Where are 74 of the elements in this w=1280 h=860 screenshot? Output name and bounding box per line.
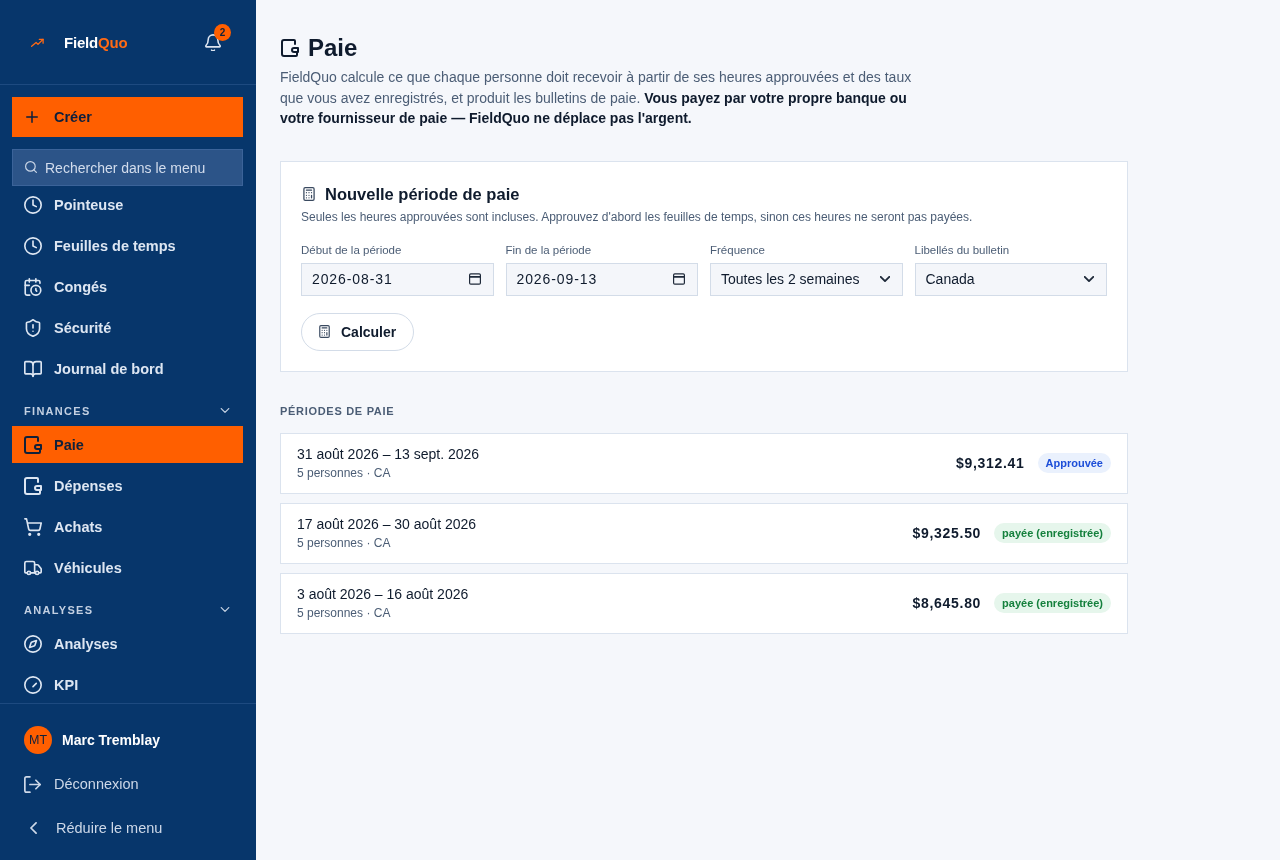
logo-text: FieldQuo bbox=[64, 33, 128, 51]
user-avatar: MT bbox=[24, 726, 52, 754]
clock-icon bbox=[24, 236, 42, 255]
search-icon bbox=[25, 161, 37, 173]
wallet-icon bbox=[281, 39, 299, 57]
collapse-menu-button[interactable]: Réduire le menu bbox=[12, 806, 243, 850]
period-amount: $8,645.80 bbox=[912, 595, 982, 611]
status-badge: payée (enregistrée) bbox=[994, 593, 1111, 613]
wallet-icon bbox=[24, 435, 42, 454]
period-amount: $9,325.50 bbox=[912, 525, 982, 541]
field-label: Début de la période bbox=[301, 242, 402, 258]
card-title: Nouvelle période de paie bbox=[325, 183, 520, 205]
page-title: Paie bbox=[308, 33, 358, 63]
period-details: 5 personnes · CA bbox=[297, 465, 391, 481]
nav-item[interactable]: Véhicules bbox=[12, 549, 243, 586]
period-dates: 17 août 2026 – 30 août 2026 bbox=[297, 515, 477, 534]
calculate-button[interactable]: Calculer bbox=[301, 312, 415, 351]
search-field[interactable]: Rechercher dans le menu bbox=[12, 149, 243, 186]
date-field[interactable]: 2026-08-31 bbox=[301, 262, 494, 296]
wallet-icon bbox=[24, 476, 42, 495]
calendar-icon bbox=[673, 273, 685, 285]
nav-item[interactable]: Sécurité bbox=[12, 309, 243, 346]
section-header[interactable]: FINANCES bbox=[12, 399, 243, 422]
card-hint: Seules les heures approuvées sont incluses. Approuvez d'abord les feuilles de temps, sinon ces heures ne seront pas payées. bbox=[301, 208, 974, 226]
calculator-icon bbox=[319, 325, 330, 338]
chevron-down-icon bbox=[879, 276, 890, 282]
logout-button[interactable]: Déconnexion bbox=[12, 762, 243, 806]
calendar-icon bbox=[468, 273, 481, 285]
nav-item[interactable]: Analyses bbox=[12, 625, 243, 662]
select-field[interactable]: Toutes les 2 semaines bbox=[710, 262, 903, 296]
trend-arrow-icon bbox=[31, 37, 45, 47]
section-header[interactable]: ANALYSES bbox=[12, 598, 243, 621]
calculator-icon bbox=[303, 186, 315, 201]
period-amount: $9,312.41 bbox=[955, 455, 1025, 471]
shield-icon bbox=[24, 318, 42, 337]
clock-icon bbox=[24, 195, 42, 214]
period-row[interactable]: 3 août 2026 – 16 août 2026 5 personnes · CA $8,645.80 payée (enregistrée) bbox=[280, 572, 1128, 634]
nav-item[interactable]: Paie bbox=[12, 426, 243, 463]
period-details: 5 personnes · CA bbox=[297, 535, 391, 551]
nav-item[interactable]: Journal de bord bbox=[12, 350, 243, 387]
period-details: 5 personnes · CA bbox=[297, 605, 391, 621]
chevron-down-icon bbox=[1084, 276, 1094, 282]
truck-icon bbox=[24, 558, 42, 577]
period-dates: 31 août 2026 – 13 sept. 2026 bbox=[297, 445, 480, 464]
period-row[interactable]: 31 août 2026 – 13 sept. 2026 5 personnes · CA $9,312.41 Approuvée bbox=[280, 432, 1128, 494]
nav-item[interactable]: Achats bbox=[12, 508, 243, 545]
period-dates: 3 août 2026 – 16 août 2026 bbox=[297, 585, 469, 604]
field-label: Libellés du bulletin bbox=[914, 242, 1010, 258]
period-row[interactable]: 17 août 2026 – 30 août 2026 5 personnes · CA $9,325.50 payée (enregistrée) bbox=[280, 502, 1128, 564]
date-field[interactable]: 2026-09-13 bbox=[505, 262, 698, 296]
status-badge: payée (enregistrée) bbox=[994, 523, 1111, 543]
book-icon bbox=[24, 359, 42, 378]
field-label: Fin de la période bbox=[505, 242, 592, 258]
select-field[interactable]: Canada bbox=[914, 262, 1107, 296]
cart-icon bbox=[24, 517, 42, 536]
page-description: FieldQuo calcule ce que chaque personne doit recevoir à partir de ses heures approuvées et des taux que vous avez enregistrés, et produit les bulletins de paie. Vous payez par votre propre banque ou votre fournisseur de paie — FieldQuo ne déplace pas l'argent. bbox=[280, 68, 913, 128]
compass-icon bbox=[24, 634, 42, 653]
nav-item[interactable]: Congés bbox=[12, 268, 243, 305]
nav-item[interactable]: Dépenses bbox=[12, 467, 243, 504]
chevron-left-icon bbox=[30, 822, 37, 834]
nav-item[interactable]: KPI bbox=[12, 666, 243, 703]
logout-icon bbox=[24, 775, 41, 793]
user-name: Marc Tremblay bbox=[62, 732, 161, 748]
section-heading: PÉRIODES DE PAIE bbox=[280, 403, 395, 418]
calendar-clock-icon bbox=[24, 277, 42, 296]
notification-badge: 2 bbox=[214, 23, 231, 41]
plus-icon bbox=[26, 111, 38, 123]
nav-item[interactable]: Pointeuse bbox=[12, 186, 243, 223]
nav-item[interactable]: Feuilles de temps bbox=[12, 227, 243, 264]
create-button[interactable]: Créer bbox=[12, 97, 243, 137]
field-label: Fréquence bbox=[710, 242, 765, 258]
gauge-icon bbox=[24, 675, 42, 694]
bell-icon[interactable] bbox=[205, 33, 221, 51]
status-badge: Approuvée bbox=[1037, 453, 1111, 473]
